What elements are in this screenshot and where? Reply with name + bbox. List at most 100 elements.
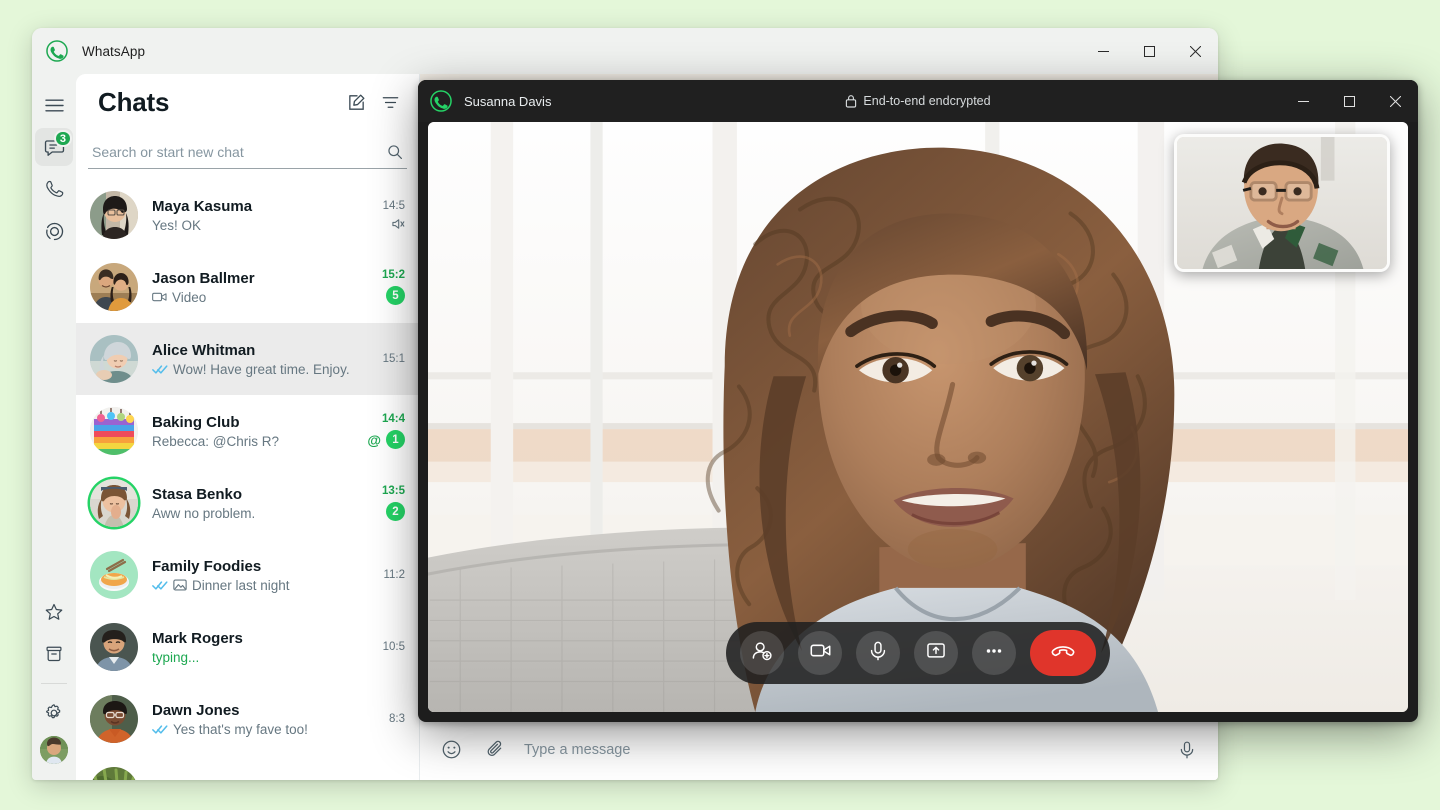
filter-chats-button[interactable] bbox=[373, 86, 407, 120]
maximize-icon bbox=[1343, 95, 1355, 107]
chat-list-item[interactable]: Ziggy Woodley9:13 bbox=[76, 755, 419, 780]
chat-list-item[interactable]: Maya Kasuma Yes! OK 14:5 bbox=[76, 179, 419, 251]
chat-item-indicators: 2 bbox=[386, 502, 405, 522]
chat-list-item[interactable]: Jason Ballmer Video 15:2 5 bbox=[76, 251, 419, 323]
chat-timestamp: 15:2 bbox=[381, 269, 405, 282]
call-control-bar bbox=[726, 622, 1110, 684]
chat-list-item[interactable]: Family Foodies Dinner last night 11:2 bbox=[76, 539, 419, 611]
chat-item-meta: 8:3 bbox=[363, 713, 405, 725]
chat-timestamp: 8:3 bbox=[389, 713, 405, 726]
navigation-rail: 3 bbox=[32, 74, 76, 780]
attach-button[interactable] bbox=[480, 735, 510, 765]
more-options-button[interactable] bbox=[972, 631, 1016, 675]
close-icon bbox=[1189, 45, 1201, 57]
new-chat-button[interactable] bbox=[339, 86, 373, 120]
chat-contact-name: Stasa Benko bbox=[152, 485, 243, 503]
chat-item-content: Stasa Benko Aww no problem. bbox=[152, 486, 355, 521]
close-icon bbox=[1389, 95, 1401, 107]
chat-item-indicators: 5 bbox=[386, 286, 405, 306]
chat-item-content: Alice Whitman Wow! Have great time. Enjoy… bbox=[152, 342, 355, 377]
sidebar-item-chats[interactable]: 3 bbox=[35, 128, 73, 166]
chat-rows-container[interactable]: Maya Kasuma Yes! OK 14:5 Jason Ballmer Vide… bbox=[76, 179, 419, 780]
compose-icon bbox=[348, 94, 364, 111]
maximize-button[interactable] bbox=[1126, 28, 1172, 74]
chat-item-meta: 11:2 bbox=[363, 569, 405, 581]
chat-preview-message: Rebecca: @Chris R? bbox=[152, 434, 355, 449]
chat-item-meta: 14:5 bbox=[363, 200, 405, 231]
image-icon bbox=[173, 578, 187, 592]
read-receipt-icon bbox=[152, 580, 168, 591]
filter-icon bbox=[382, 97, 398, 109]
avatar bbox=[90, 767, 138, 780]
page-title: Chats bbox=[98, 87, 170, 118]
chat-preview-text: Yes that's my fave too! bbox=[173, 721, 308, 737]
call-titlebar: Susanna Davis End-to-end endcrypted bbox=[418, 80, 1418, 122]
close-button[interactable] bbox=[1172, 28, 1218, 74]
chat-preview-text: Rebecca: @Chris R? bbox=[152, 433, 279, 449]
sidebar-item-settings[interactable] bbox=[35, 694, 73, 732]
sidebar-item-archived[interactable] bbox=[35, 635, 73, 673]
archive-icon bbox=[46, 646, 62, 662]
chat-list-item[interactable]: Alice Whitman Wow! Have great time. Enjoy… bbox=[76, 323, 419, 396]
minimize-icon bbox=[1297, 100, 1309, 102]
sidebar-item-calls[interactable] bbox=[35, 170, 73, 208]
chat-preview-text: Dinner last night bbox=[192, 577, 290, 593]
sidebar-item-status[interactable] bbox=[35, 212, 73, 250]
window-titlebar: WhatsApp bbox=[32, 28, 1218, 74]
toggle-camera-button[interactable] bbox=[798, 631, 842, 675]
chat-contact-name: Dawn Jones bbox=[152, 701, 240, 719]
call-window-controls bbox=[1280, 80, 1418, 122]
phone-icon bbox=[46, 180, 64, 197]
chat-timestamp: 15:1 bbox=[382, 353, 405, 366]
chat-list-item[interactable]: Stasa Benko Aww no problem. 13:5 2 bbox=[76, 467, 419, 539]
self-view-pip[interactable] bbox=[1174, 134, 1390, 272]
video-icon bbox=[152, 291, 167, 303]
menu-button[interactable] bbox=[35, 86, 73, 124]
profile-avatar[interactable] bbox=[40, 736, 68, 764]
avatar bbox=[90, 335, 138, 384]
unread-badge: 5 bbox=[386, 286, 405, 306]
share-screen-button[interactable] bbox=[914, 631, 958, 675]
chat-item-meta: 10:5 bbox=[363, 641, 405, 653]
call-maximize-button[interactable] bbox=[1326, 80, 1372, 122]
chat-list-header: Chats bbox=[76, 74, 419, 131]
sidebar-item-starred[interactable] bbox=[35, 593, 73, 631]
chat-preview-message: typing... bbox=[152, 650, 355, 665]
chats-unread-badge: 3 bbox=[53, 130, 72, 147]
search-box[interactable] bbox=[88, 135, 407, 170]
avatar bbox=[90, 479, 138, 528]
avatar bbox=[90, 551, 138, 600]
share-screen-icon bbox=[925, 640, 947, 667]
chat-preview-message: Wow! Have great time. Enjoy. bbox=[152, 362, 355, 377]
emoji-button[interactable] bbox=[436, 735, 466, 765]
avatar-image bbox=[40, 736, 68, 764]
window-controls bbox=[1080, 28, 1218, 74]
chat-timestamp: 10:5 bbox=[382, 641, 405, 654]
avatar bbox=[90, 407, 138, 456]
chat-list-item[interactable]: Baking Club Rebecca: @Chris R? 14:4 @1 bbox=[76, 395, 419, 467]
chat-preview-message: Yes! OK bbox=[152, 218, 355, 233]
toggle-mic-button[interactable] bbox=[856, 631, 900, 675]
lock-icon bbox=[846, 95, 857, 108]
message-input[interactable] bbox=[524, 741, 1158, 758]
voice-message-button[interactable] bbox=[1172, 735, 1202, 765]
chat-preview-message: Aww no problem. bbox=[152, 506, 355, 521]
whatsapp-logo-icon bbox=[46, 40, 68, 62]
minimize-button[interactable] bbox=[1080, 28, 1126, 74]
call-close-button[interactable] bbox=[1372, 80, 1418, 122]
chat-item-meta: 15:2 5 bbox=[363, 269, 405, 306]
chat-list-item[interactable]: Dawn Jones Yes that's my fave too! 8:3 bbox=[76, 683, 419, 755]
end-call-icon bbox=[1050, 638, 1076, 669]
chat-preview-text: typing... bbox=[152, 649, 200, 665]
search-area bbox=[76, 131, 419, 179]
end-call-button[interactable] bbox=[1030, 630, 1096, 676]
chat-item-content: Family Foodies Dinner last night bbox=[152, 558, 355, 593]
search-input[interactable] bbox=[92, 143, 387, 160]
video-call-window: Susanna Davis End-to-end endcrypted bbox=[418, 80, 1418, 722]
chat-contact-name: Baking Club bbox=[152, 413, 240, 431]
video-camera-icon bbox=[809, 639, 832, 667]
call-minimize-button[interactable] bbox=[1280, 80, 1326, 122]
add-participant-button[interactable] bbox=[740, 631, 784, 675]
emoji-icon bbox=[442, 740, 460, 759]
chat-list-item[interactable]: Mark Rogers typing... 10:5 bbox=[76, 611, 419, 683]
